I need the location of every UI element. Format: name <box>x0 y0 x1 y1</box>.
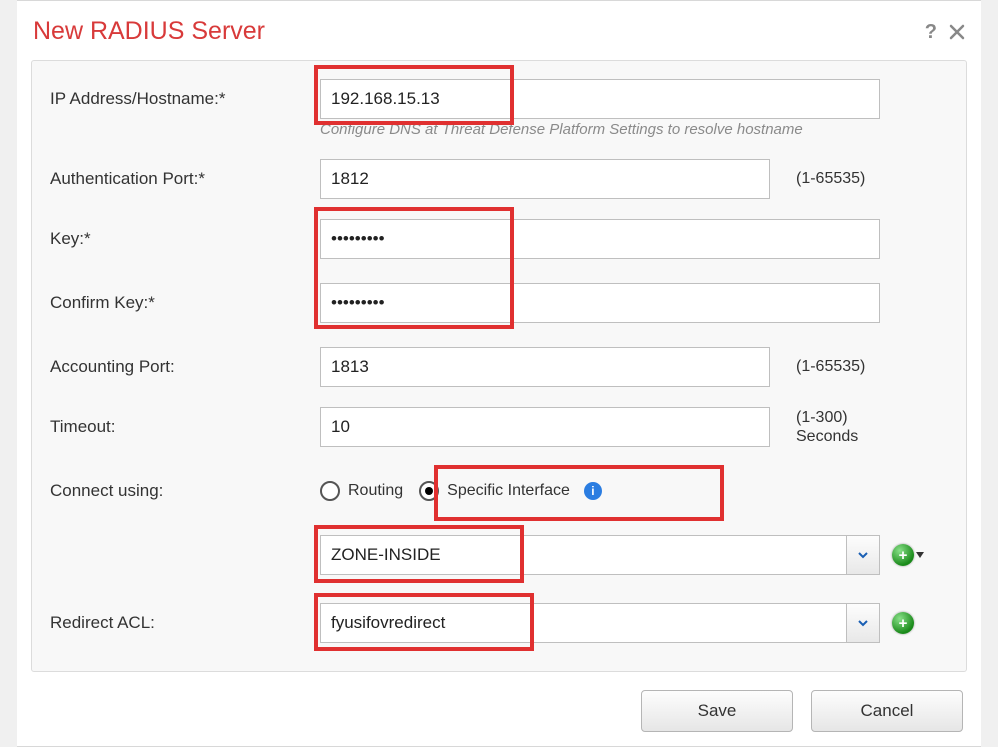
cancel-button[interactable]: Cancel <box>811 690 963 732</box>
radio-label-routing: Routing <box>348 482 403 500</box>
timeout-range-line2: Seconds <box>796 427 858 446</box>
row-acct-port: Accounting Port: (1-65535) <box>50 347 948 387</box>
row-connect: Connect using: Routing Specific Interfac… <box>50 471 948 511</box>
label-connect: Connect using: <box>50 481 320 501</box>
interface-add-button[interactable] <box>892 544 914 566</box>
redirect-value: fyusifovredirect <box>321 604 846 642</box>
row-interface: ZONE-INSIDE <box>50 535 948 575</box>
radio-specific[interactable]: Specific Interface i <box>419 481 602 501</box>
label-acct-port: Accounting Port: <box>50 357 320 377</box>
interface-combo[interactable]: ZONE-INSIDE <box>320 535 880 575</box>
redirect-combo[interactable]: fyusifovredirect <box>320 603 880 643</box>
dialog-title: New RADIUS Server <box>33 17 265 46</box>
acct-port-input[interactable] <box>320 347 770 387</box>
key-input[interactable] <box>320 219 880 259</box>
row-redirect: Redirect ACL: fyusifovredirect <box>50 603 948 643</box>
close-icon[interactable] <box>949 24 965 40</box>
row-auth-port: Authentication Port:* (1-65535) <box>50 159 948 199</box>
radio-circle-specific <box>419 481 439 501</box>
timeout-range-line1: (1-300) <box>796 408 858 427</box>
row-key: Key:* <box>50 219 948 259</box>
ip-hint: Configure DNS at Threat Defense Platform… <box>320 121 803 138</box>
row-timeout: Timeout: (1-300) Seconds <box>50 407 948 447</box>
acct-port-range: (1-65535) <box>796 358 865 376</box>
header-icons: ? <box>925 22 965 42</box>
ip-input[interactable] <box>320 79 880 119</box>
interface-add-caret-icon[interactable] <box>916 552 924 558</box>
new-radius-server-dialog: New RADIUS Server ? IP Address/Hostname:… <box>17 0 981 747</box>
interface-dropdown-button[interactable] <box>846 536 879 574</box>
save-button[interactable]: Save <box>641 690 793 732</box>
interface-add-group <box>892 544 924 566</box>
connect-radio-group: Routing Specific Interface i <box>320 481 602 501</box>
info-icon[interactable]: i <box>584 482 602 500</box>
radio-circle-routing <box>320 481 340 501</box>
interface-value: ZONE-INSIDE <box>321 536 846 574</box>
label-ip: IP Address/Hostname:* <box>50 89 320 109</box>
label-confirm-key: Confirm Key:* <box>50 293 320 313</box>
confirm-key-input[interactable] <box>320 283 880 323</box>
row-ip: IP Address/Hostname:* Configure DNS at T… <box>50 79 948 119</box>
auth-port-range: (1-65535) <box>796 170 865 188</box>
auth-port-input[interactable] <box>320 159 770 199</box>
label-auth-port: Authentication Port:* <box>50 169 320 189</box>
label-timeout: Timeout: <box>50 417 320 437</box>
label-redirect: Redirect ACL: <box>50 613 320 633</box>
radio-label-specific: Specific Interface <box>447 482 570 500</box>
redirect-dropdown-button[interactable] <box>846 604 879 642</box>
help-icon[interactable]: ? <box>925 22 937 42</box>
label-key: Key:* <box>50 229 320 249</box>
radio-routing[interactable]: Routing <box>320 481 403 501</box>
redirect-add-button[interactable] <box>892 612 914 634</box>
row-confirm-key: Confirm Key:* <box>50 283 948 323</box>
timeout-range: (1-300) Seconds <box>796 408 858 446</box>
form-body: IP Address/Hostname:* Configure DNS at T… <box>31 60 967 672</box>
timeout-input[interactable] <box>320 407 770 447</box>
dialog-header: New RADIUS Server ? <box>31 13 967 60</box>
dialog-footer: Save Cancel <box>31 690 967 732</box>
